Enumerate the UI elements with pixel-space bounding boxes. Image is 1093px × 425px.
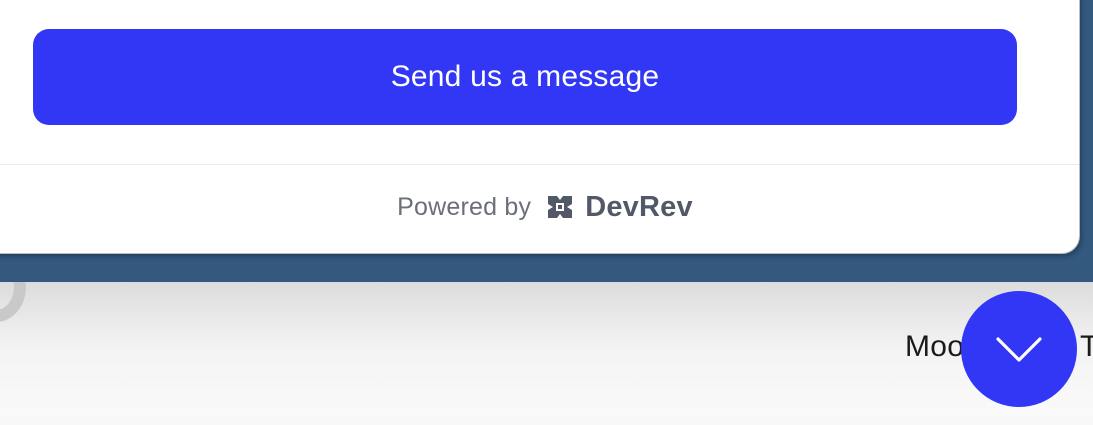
background-logo-fragment [0,282,36,334]
page-bottom-strip [0,415,1093,425]
page-nav-text-edge: T [1080,330,1093,363]
page-nav-text[interactable]: Moo [905,330,964,364]
chevron-down-icon [996,337,1042,362]
brand-mark: DevRev [545,191,693,224]
devrev-logo-icon [548,196,573,218]
brand-name: DevRev [585,190,693,223]
widget-footer: Powered by DevRev [0,165,1079,249]
support-widget-panel: Send us a message Powered by DevRev [0,0,1080,254]
background-logo-arc [0,282,26,322]
chat-launcher-button[interactable] [961,291,1077,407]
send-message-button[interactable]: Send us a message [33,29,1017,125]
powered-by-row[interactable]: Powered by DevRev [397,191,693,224]
powered-by-label: Powered by [397,192,532,221]
